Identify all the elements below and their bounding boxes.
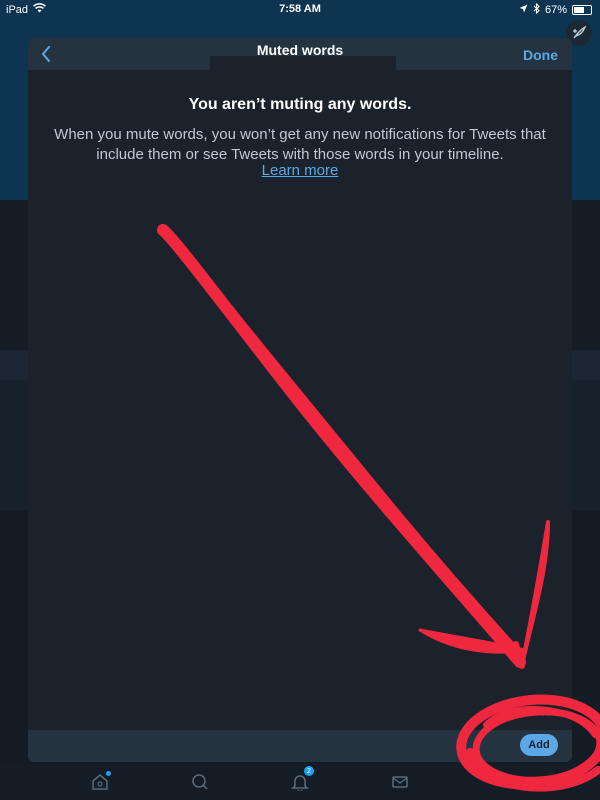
envelope-icon bbox=[392, 776, 408, 788]
search-icon bbox=[192, 774, 208, 790]
feather-icon bbox=[573, 25, 587, 39]
battery-fill bbox=[574, 7, 585, 13]
empty-state-title: You aren’t muting any words. bbox=[188, 96, 412, 113]
learn-more-row: Learn more bbox=[28, 162, 572, 179]
notifications-badge: 2 bbox=[304, 766, 314, 776]
battery-icon bbox=[572, 5, 592, 15]
tab-messages[interactable] bbox=[388, 770, 412, 794]
sheet-footer bbox=[28, 730, 572, 762]
tab-home[interactable] bbox=[88, 770, 112, 794]
bluetooth-icon bbox=[533, 2, 540, 17]
tab-bar: 2 bbox=[0, 764, 600, 800]
tab-search[interactable] bbox=[188, 770, 212, 794]
watermark: osxdaily.com bbox=[540, 708, 572, 718]
header-notch bbox=[210, 56, 396, 70]
status-bar: iPad 7:58 AM 67% bbox=[0, 0, 600, 18]
battery-percent: 67% bbox=[544, 4, 567, 16]
status-right: 67% bbox=[519, 2, 592, 17]
status-time: 7:58 AM bbox=[279, 3, 321, 15]
tab-notifications[interactable]: 2 bbox=[288, 766, 314, 794]
add-button[interactable]: Add bbox=[520, 734, 558, 756]
sheet-title: Muted words bbox=[256, 42, 344, 58]
location-arrow-icon bbox=[519, 4, 528, 16]
empty-state-description: When you mute words, you won’t get any n… bbox=[54, 126, 546, 163]
done-button[interactable]: Done bbox=[523, 47, 558, 63]
home-new-dot bbox=[106, 771, 111, 776]
muted-words-sheet: Muted words Done You aren’t muting any w… bbox=[28, 38, 572, 762]
learn-more-link[interactable]: Learn more bbox=[262, 162, 339, 179]
